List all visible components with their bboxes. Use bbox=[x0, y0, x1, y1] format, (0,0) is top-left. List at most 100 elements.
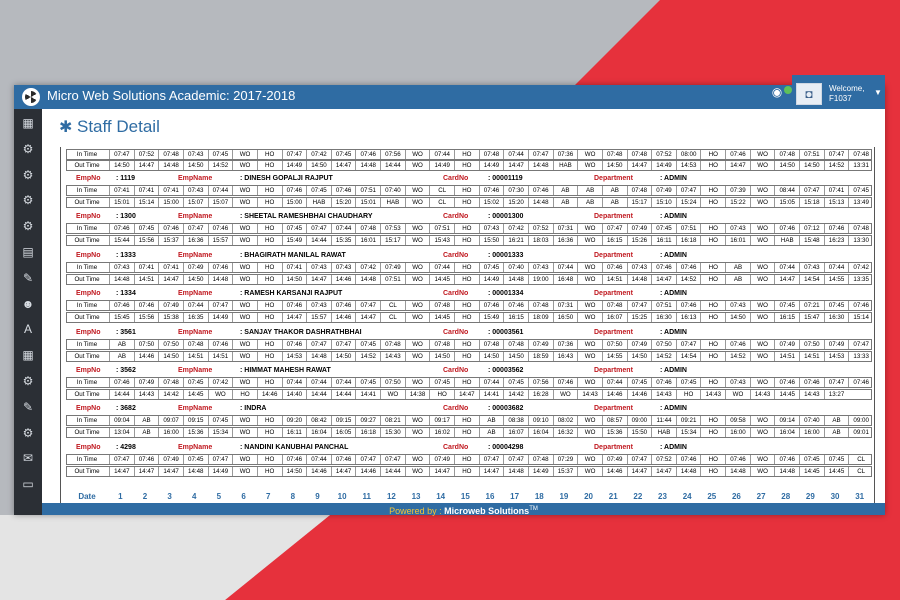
in-time-cell: AB bbox=[601, 186, 627, 195]
out-time-cell: 15:43 bbox=[429, 236, 454, 246]
in-time-cell: 07:46 bbox=[109, 224, 134, 234]
department-value: : ADMIN bbox=[660, 251, 687, 259]
in-time-cell: WO bbox=[232, 262, 257, 272]
in-time-cell: 07:40 bbox=[380, 186, 405, 195]
out-time-cell: 14:50 bbox=[725, 313, 750, 323]
out-time-cell: AB bbox=[133, 428, 159, 438]
calendar-icon[interactable]: ▤ bbox=[14, 240, 42, 264]
day-number: 17 bbox=[510, 492, 520, 501]
in-time-cell: 07:48 bbox=[380, 339, 405, 349]
out-time-cell: 14:48 bbox=[109, 274, 134, 284]
in-time-cell: WO bbox=[749, 301, 775, 311]
day-number: 12 bbox=[386, 492, 396, 501]
out-time-cell: 15:17 bbox=[380, 236, 405, 246]
in-time-cell: 07:49 bbox=[158, 454, 183, 464]
out-time-cell: 16:15 bbox=[774, 313, 799, 323]
in-time-cell: 07:47 bbox=[306, 339, 331, 349]
in-time-cell: 07:48 bbox=[503, 339, 528, 349]
gears-icon[interactable]: ⚙ bbox=[14, 421, 42, 445]
employee-header-row: EmpNo: 1300 EmpName: SHEETAL RAMESHBHAI C… bbox=[60, 212, 875, 222]
edit-icon[interactable]: ✎ bbox=[14, 395, 42, 419]
in-time-cell: 07:36 bbox=[552, 339, 578, 349]
out-time-cell: AB bbox=[725, 274, 750, 284]
day-number: 26 bbox=[731, 492, 741, 501]
employee-name: : NANDINI KANUBHAI PANCHAL bbox=[240, 443, 349, 451]
out-time-cell: 09:01 bbox=[848, 428, 873, 438]
out-time-cell: 14:41 bbox=[478, 390, 504, 399]
in-time-cell: 07:41 bbox=[158, 186, 183, 195]
in-time-cell: 09:15 bbox=[330, 416, 356, 426]
department-value: : ADMIN bbox=[660, 328, 687, 336]
out-time-label: Out Time bbox=[74, 275, 100, 283]
gears-icon[interactable]: ⚙ bbox=[14, 369, 42, 393]
out-time-cell: 13:27 bbox=[823, 390, 849, 399]
in-time-cell: 07:47 bbox=[675, 186, 701, 195]
edit-icon[interactable]: ✎ bbox=[14, 266, 42, 290]
chevron-down-icon[interactable]: ▼ bbox=[874, 88, 882, 97]
in-time-cell: 07:49 bbox=[651, 186, 676, 195]
card-icon[interactable]: ▭ bbox=[14, 472, 42, 496]
in-time-cell: 07:43 bbox=[306, 262, 331, 272]
day-number: 24 bbox=[682, 492, 692, 501]
cardno-label: CardNo bbox=[443, 290, 469, 298]
out-time-cell: 14:48 bbox=[527, 198, 553, 207]
out-time-cell: 14:47 bbox=[651, 466, 676, 476]
in-time-cell: 07:42 bbox=[207, 378, 233, 387]
in-time-cell: HO bbox=[454, 262, 479, 272]
out-time-cell: WO bbox=[404, 313, 430, 323]
out-time-cell: 14:48 bbox=[503, 466, 528, 476]
table-icon[interactable]: ▦ bbox=[14, 343, 42, 367]
table-icon[interactable]: ▦ bbox=[14, 111, 42, 135]
in-time-cell: WO bbox=[232, 301, 257, 311]
employee-name: : INDRA bbox=[240, 405, 267, 413]
in-time-cell: 07:51 bbox=[799, 150, 824, 159]
in-time-cell: 09:17 bbox=[429, 416, 454, 426]
welcome-text: Welcome, F1037 bbox=[829, 84, 864, 104]
out-time-cell: 15:36 bbox=[601, 428, 627, 438]
users-icon[interactable]: ☻ bbox=[14, 292, 42, 316]
day-number: 21 bbox=[608, 492, 618, 501]
empno-value: : 3682 bbox=[116, 405, 136, 413]
out-time-cell: WO bbox=[404, 351, 430, 361]
out-time-cell: 16:04 bbox=[527, 428, 553, 438]
envelope-icon[interactable]: ✉ bbox=[14, 446, 42, 470]
gears-icon[interactable]: ⚙ bbox=[14, 188, 42, 212]
out-time-row: Out Time 13:04 AB 16:00 15:36 15:34 WO HO 16:11 1… bbox=[66, 427, 873, 439]
day-number: 23 bbox=[658, 492, 667, 501]
department-label: Department bbox=[594, 290, 633, 298]
out-time-cell: 15:20 bbox=[330, 198, 356, 207]
font-icon[interactable]: A bbox=[14, 317, 42, 341]
in-time-cell: 07:39 bbox=[725, 186, 750, 195]
out-time-cell: 14:47 bbox=[133, 161, 159, 170]
in-time-cell: HO bbox=[700, 301, 725, 311]
in-time-cell: 07:45 bbox=[626, 378, 652, 387]
in-time-cell: 07:45 bbox=[429, 378, 454, 387]
day-number: 1 bbox=[118, 492, 123, 501]
out-time-cell: WO bbox=[577, 313, 602, 323]
out-time-cell: 15:56 bbox=[133, 313, 159, 323]
out-time-cell: HO bbox=[700, 236, 725, 246]
in-time-cell: 09:20 bbox=[281, 416, 307, 426]
in-time-cell: HO bbox=[256, 339, 282, 349]
out-time-cell: 16:43 bbox=[552, 351, 578, 361]
out-time-cell: WO bbox=[749, 198, 775, 207]
in-time-label: In Time bbox=[76, 263, 98, 271]
cardno-value: : 00003561 bbox=[488, 328, 524, 336]
day-number: 5 bbox=[216, 492, 222, 501]
out-time-cell: 16:11 bbox=[651, 236, 676, 246]
out-time-cell: AB bbox=[552, 198, 578, 207]
in-time-cell: WO bbox=[577, 301, 602, 311]
in-time-cell: 07:46 bbox=[330, 454, 356, 464]
out-time-cell: 14:49 bbox=[207, 313, 233, 323]
in-time-cell: 07:52 bbox=[133, 150, 159, 159]
in-time-cell: 07:51 bbox=[675, 224, 701, 234]
gears-icon[interactable]: ⚙ bbox=[14, 214, 42, 238]
out-time-label: Out Time bbox=[74, 391, 100, 398]
gears-icon[interactable]: ⚙ bbox=[14, 163, 42, 187]
in-time-cell: 07:47 bbox=[527, 150, 553, 159]
user-menu[interactable]: ◘ Welcome, F1037 ▼ bbox=[792, 75, 885, 109]
out-time-cell: 16:15 bbox=[503, 313, 528, 323]
out-time-cell: WO bbox=[380, 390, 405, 399]
gears-icon[interactable]: ⚙ bbox=[14, 137, 42, 161]
in-time-cell: 07:46 bbox=[330, 186, 356, 195]
